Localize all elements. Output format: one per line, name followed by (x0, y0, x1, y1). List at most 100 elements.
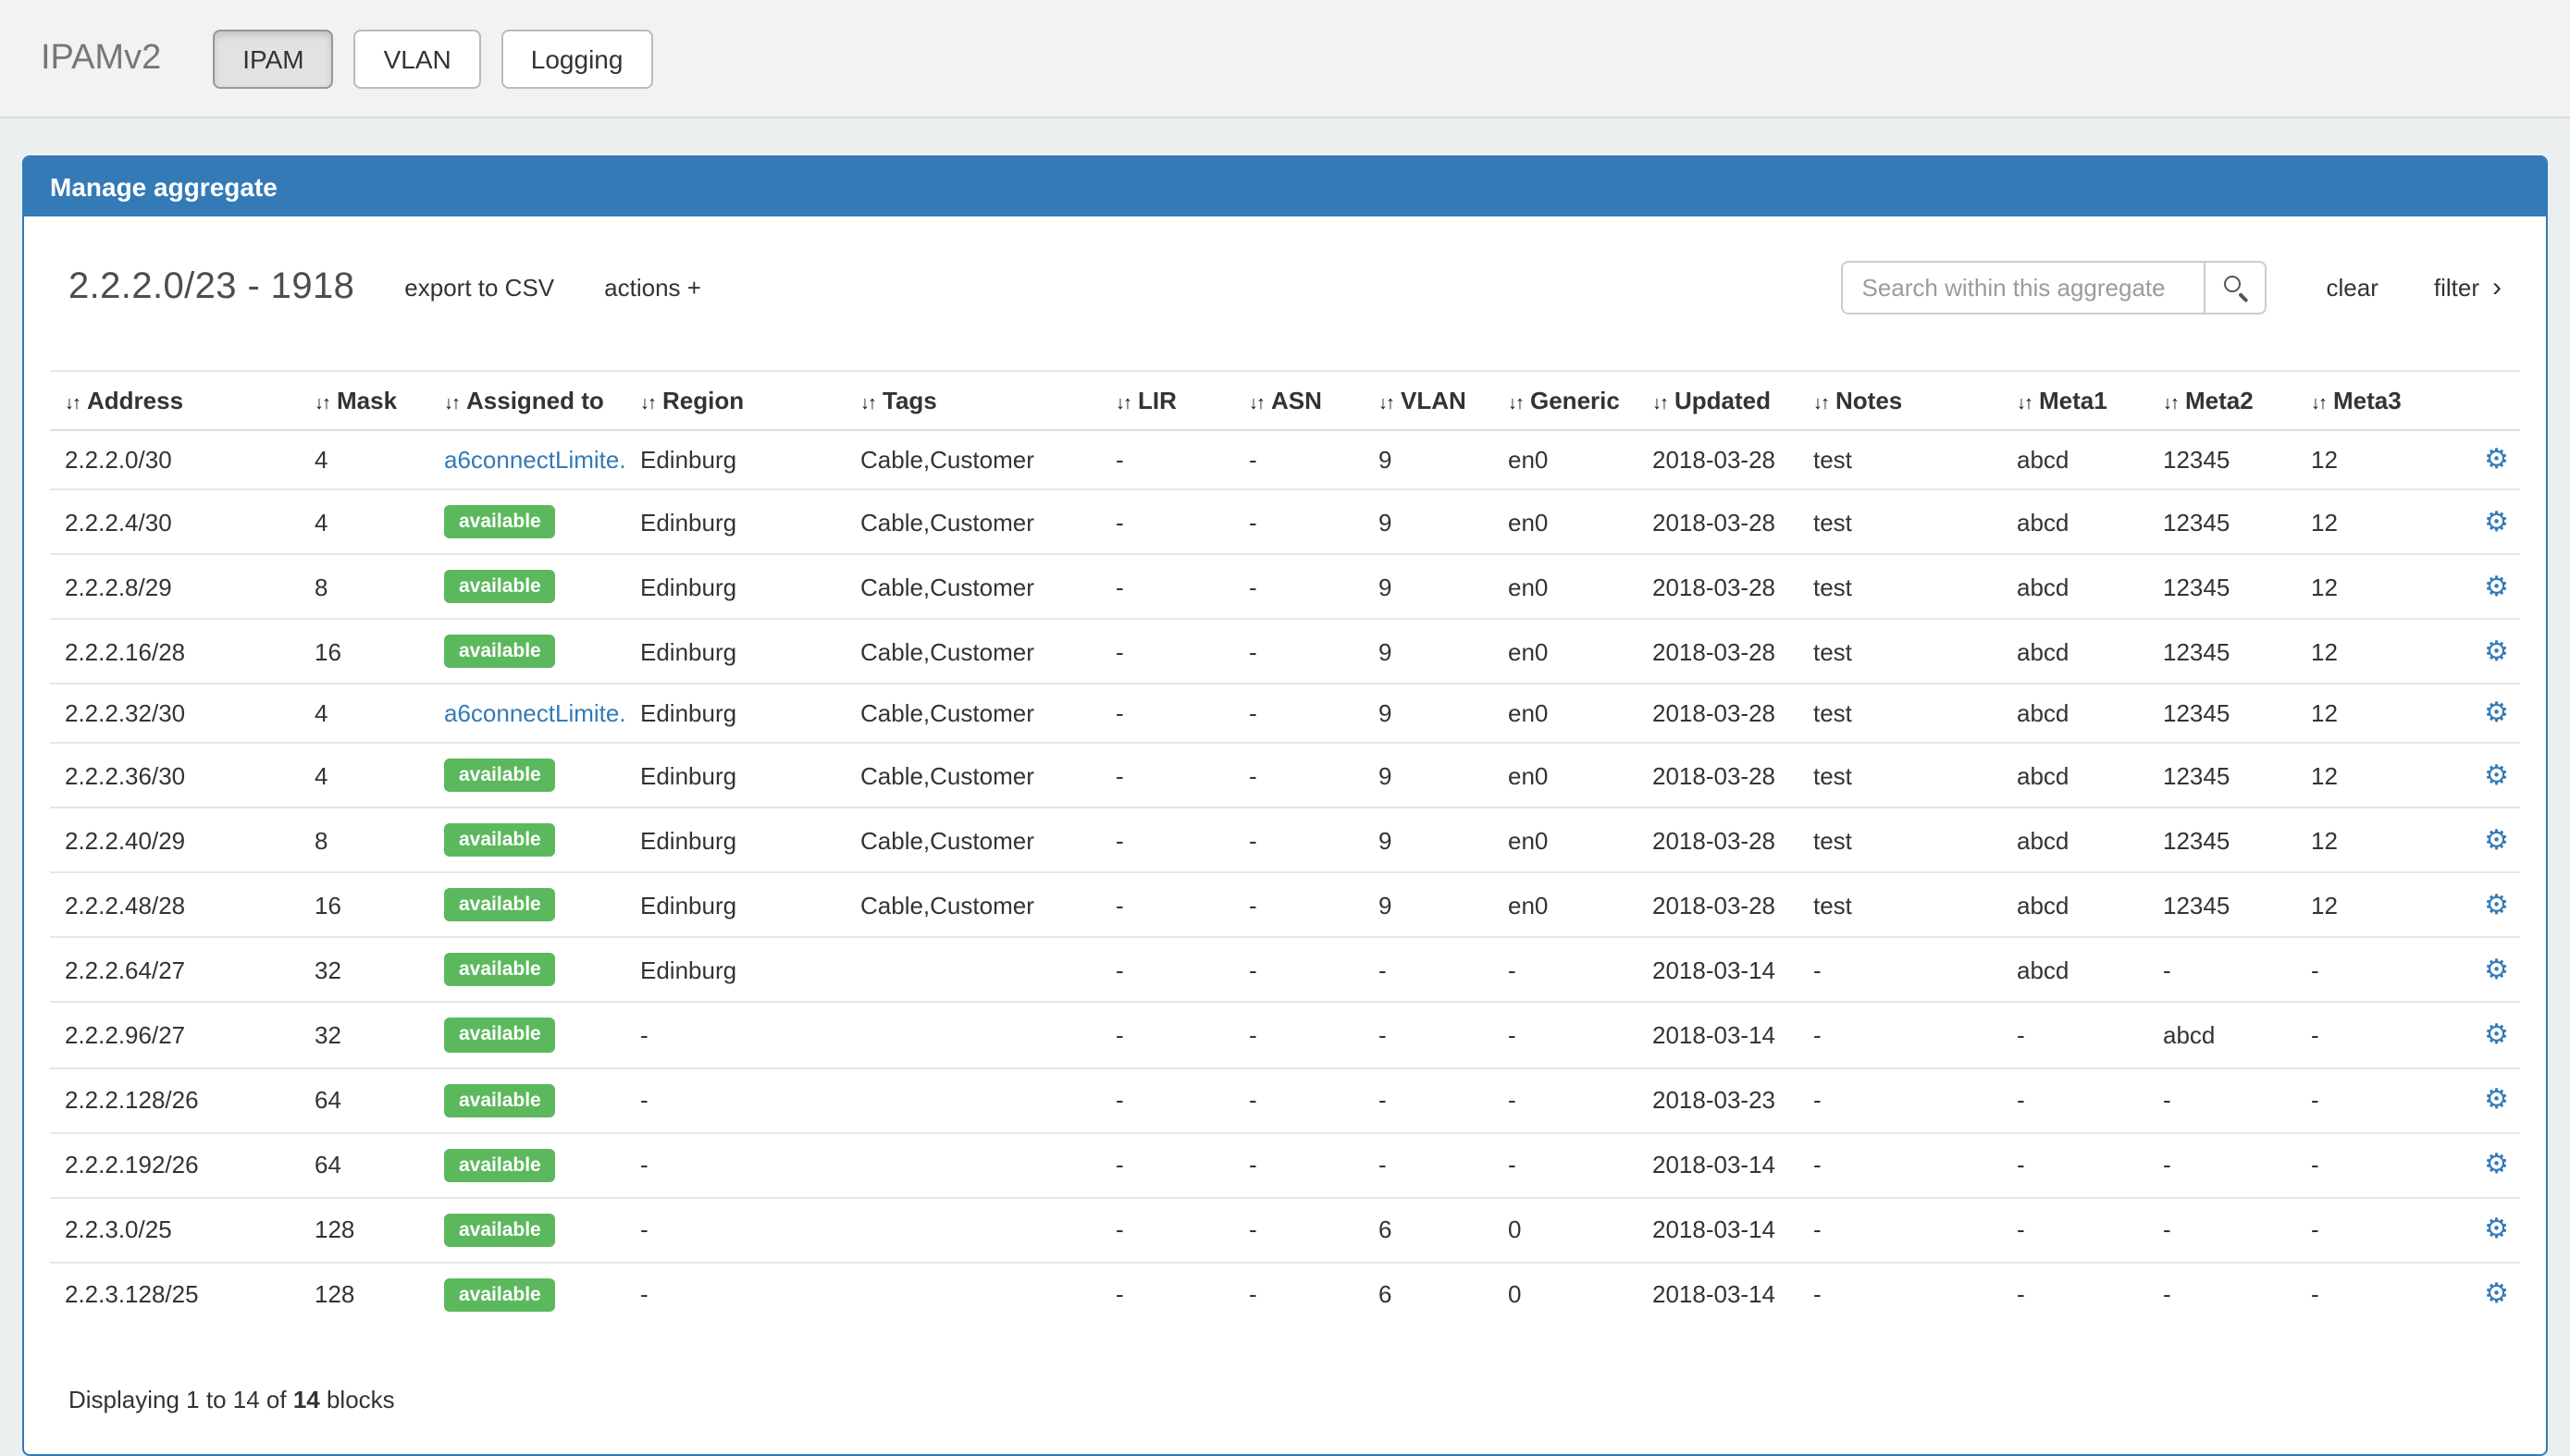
gear-icon[interactable]: ⚙ (2484, 955, 2509, 986)
gear-icon[interactable]: ⚙ (2484, 506, 2509, 537)
tab-ipam[interactable]: IPAM (213, 29, 333, 88)
available-badge: available (444, 889, 556, 922)
aggregate-title: 2.2.2.0/23 - 1918 (68, 266, 354, 309)
cell-vlan: - (1364, 1067, 1493, 1132)
column-label: Tags (883, 387, 937, 414)
cell-lir: - (1101, 1132, 1234, 1197)
cell-mask: 4 (300, 430, 429, 489)
gear-icon[interactable]: ⚙ (2484, 635, 2509, 667)
clear-link[interactable]: clear (2327, 274, 2378, 302)
gear-icon[interactable]: ⚙ (2484, 1278, 2509, 1310)
cell-generic: 0 (1493, 1262, 1637, 1326)
cell-mask: 8 (300, 554, 429, 619)
gear-icon[interactable]: ⚙ (2484, 1214, 2509, 1245)
search-button[interactable] (2205, 261, 2267, 315)
panel-body: 2.2.2.0/23 - 1918 export to CSV actions … (24, 216, 2546, 1454)
assigned-link[interactable]: a6connectLimite... (444, 699, 625, 727)
gear-icon[interactable]: ⚙ (2484, 890, 2509, 921)
page-content: Manage aggregate 2.2.2.0/23 - 1918 expor… (0, 118, 2570, 1456)
cell-vlan: 9 (1364, 873, 1493, 938)
tab-vlan[interactable]: VLAN (354, 29, 481, 88)
cell-meta3: - (2296, 1262, 2466, 1326)
cell-tags (846, 1067, 1101, 1132)
gear-icon[interactable]: ⚙ (2484, 759, 2509, 791)
cell-notes: - (1798, 1262, 2002, 1326)
col-address[interactable]: ↓↑Address (50, 371, 300, 430)
gear-icon[interactable]: ⚙ (2484, 1019, 2509, 1051)
col-generic[interactable]: ↓↑Generic (1493, 371, 1637, 430)
search-input[interactable] (1842, 261, 2205, 315)
col-region[interactable]: ↓↑Region (625, 371, 846, 430)
cell-region: Edinburg (625, 808, 846, 873)
cell-meta2: 12345 (2148, 743, 2296, 808)
cell-meta2: - (2148, 1262, 2296, 1326)
cell-meta3: - (2296, 938, 2466, 1003)
cell-mask: 32 (300, 938, 429, 1003)
export-csv-link[interactable]: export to CSV (404, 274, 554, 302)
col-meta3[interactable]: ↓↑Meta3 (2296, 371, 2466, 430)
assigned-link[interactable]: a6connectLimite... (444, 446, 625, 474)
available-badge: available (444, 635, 556, 668)
col-tags[interactable]: ↓↑Tags (846, 371, 1101, 430)
col-updated[interactable]: ↓↑Updated (1637, 371, 1798, 430)
cell-tags: Cable,Customer (846, 430, 1101, 489)
cell-tags (846, 1003, 1101, 1067)
col-meta2[interactable]: ↓↑Meta2 (2148, 371, 2296, 430)
cell-region: - (625, 1132, 846, 1197)
gear-icon[interactable]: ⚙ (2484, 1084, 2509, 1116)
cell-updated: 2018-03-28 (1637, 554, 1798, 619)
cell-lir: - (1101, 808, 1234, 873)
cell-updated: 2018-03-23 (1637, 1067, 1798, 1132)
table-row: 2.2.2.96/27 32 available - - - - - 2018-… (50, 1003, 2520, 1067)
gear-icon[interactable]: ⚙ (2484, 444, 2509, 475)
gear-icon[interactable]: ⚙ (2484, 571, 2509, 602)
col-meta1[interactable]: ↓↑ Meta1 (2002, 371, 2148, 430)
sort-icon: ↓↑ (1508, 394, 1523, 414)
cell-address: 2.2.2.4/30 (50, 489, 300, 554)
manage-aggregate-panel: Manage aggregate 2.2.2.0/23 - 1918 expor… (22, 155, 2548, 1456)
cell-region: Edinburg (625, 619, 846, 684)
cell-updated: 2018-03-28 (1637, 619, 1798, 684)
top-navbar: IPAMv2 IPAMVLANLogging (0, 0, 2570, 118)
cell-meta1: abcd (2002, 873, 2148, 938)
gear-icon[interactable]: ⚙ (2484, 825, 2509, 857)
column-label: LIR (1138, 387, 1177, 414)
col-vlan[interactable]: ↓↑VLAN (1364, 371, 1493, 430)
cell-asn: - (1234, 554, 1364, 619)
cell-meta2: 12345 (2148, 619, 2296, 684)
filter-label: filter (2434, 274, 2479, 302)
cell-meta2: - (2148, 1197, 2296, 1262)
col-asn[interactable]: ↓↑ASN (1234, 371, 1364, 430)
cell-tags (846, 1197, 1101, 1262)
col-assigned-to[interactable]: ↓↑Assigned to (429, 371, 625, 430)
sort-icon: ↓↑ (2017, 394, 2032, 414)
cell-mask: 16 (300, 619, 429, 684)
cell-notes: - (1798, 1067, 2002, 1132)
cell-generic: en0 (1493, 808, 1637, 873)
cell-tags (846, 1132, 1101, 1197)
cell-vlan: 6 (1364, 1197, 1493, 1262)
cell-tags (846, 938, 1101, 1003)
gear-icon[interactable]: ⚙ (2484, 697, 2509, 729)
cell-address: 2.2.2.0/30 (50, 430, 300, 489)
cell-meta3: - (2296, 1003, 2466, 1067)
cell-vlan: 9 (1364, 554, 1493, 619)
tab-logging[interactable]: Logging (501, 29, 653, 88)
cell-tags (846, 1262, 1101, 1326)
cell-asn: - (1234, 873, 1364, 938)
cell-updated: 2018-03-28 (1637, 743, 1798, 808)
actions-menu[interactable]: actions + (604, 274, 701, 302)
col-lir[interactable]: ↓↑LIR (1101, 371, 1234, 430)
cell-meta1: - (2002, 1003, 2148, 1067)
available-badge: available (444, 1213, 556, 1246)
column-label: Meta1 (2039, 387, 2107, 414)
cell-lir: - (1101, 1003, 1234, 1067)
column-label: Updated (1674, 387, 1771, 414)
col-mask[interactable]: ↓↑Mask (300, 371, 429, 430)
cell-tags: Cable,Customer (846, 743, 1101, 808)
filter-link[interactable]: filter › (2434, 274, 2502, 302)
gear-icon[interactable]: ⚙ (2484, 1149, 2509, 1180)
col-notes[interactable]: ↓↑Notes (1798, 371, 2002, 430)
cell-meta2: 12345 (2148, 873, 2296, 938)
column-label: Mask (337, 387, 397, 414)
